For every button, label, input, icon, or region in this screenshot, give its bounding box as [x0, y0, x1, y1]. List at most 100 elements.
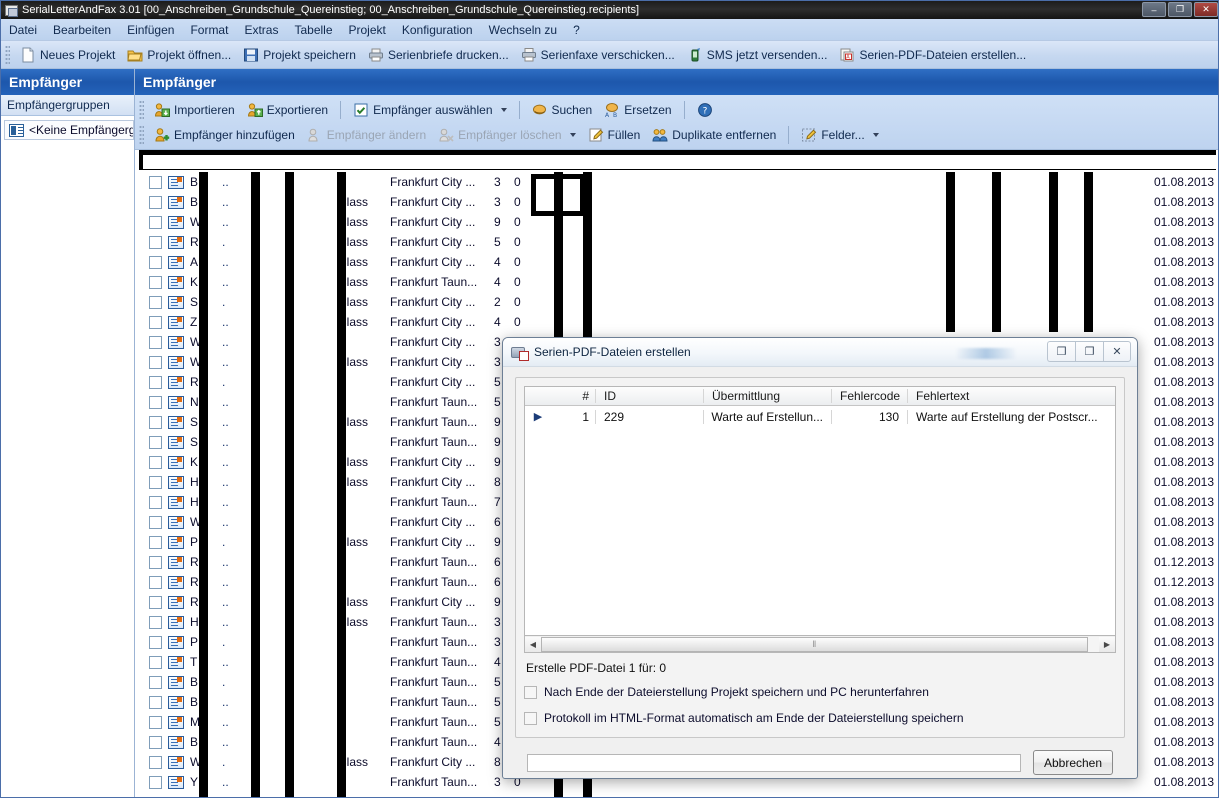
dialog-restore-button[interactable]: ❐ — [1075, 341, 1103, 362]
menu-item-tabelle[interactable]: Tabelle — [286, 20, 340, 40]
row-checkbox[interactable] — [149, 715, 162, 729]
select-recipients-button[interactable]: Empfänger auswählen — [347, 100, 512, 120]
fill-button[interactable]: Füllen — [582, 125, 647, 145]
close-button[interactable]: ✕ — [1194, 2, 1218, 17]
chevron-down-icon[interactable] — [500, 107, 507, 112]
row-checkbox[interactable] — [149, 515, 162, 529]
dialog-close-button[interactable]: ✕ — [1103, 341, 1131, 362]
row-checkbox[interactable] — [149, 535, 162, 549]
toolbar-new-project[interactable]: Neues Projekt — [14, 45, 121, 65]
toolbar-new-project-label: Neues Projekt — [40, 47, 116, 62]
search-button[interactable]: Suchen — [526, 100, 599, 120]
toolbar-grip-row1[interactable] — [139, 99, 144, 120]
row-checkbox[interactable] — [149, 475, 162, 489]
row-checkbox[interactable] — [149, 635, 162, 649]
row-checkbox[interactable] — [149, 575, 162, 589]
dialog-title: Serien-PDF-Dateien erstellen — [534, 345, 691, 359]
hscroll-thumb[interactable]: ‖ — [541, 636, 1088, 652]
row-checkbox[interactable] — [149, 255, 162, 269]
toolbar-create-pdf[interactable]: A Serien-PDF-Dateien erstellen... — [833, 45, 1032, 65]
hscroll-track[interactable]: ‖ — [541, 636, 1099, 652]
checkbox-shutdown-row[interactable]: Nach Ende der Dateierstellung Projekt sp… — [524, 685, 1116, 699]
toolbar-grip-row2[interactable] — [139, 124, 144, 145]
scroll-right-icon[interactable]: ▶ — [1099, 636, 1115, 652]
menu-item-help[interactable]: ? — [565, 20, 588, 40]
toolbar-separator-4 — [788, 125, 790, 144]
cell-index: 1 — [582, 409, 589, 424]
transmission-grid-hscrollbar[interactable]: ◀ ‖ ▶ — [524, 636, 1116, 653]
menu-item-projekt[interactable]: Projekt — [341, 20, 394, 40]
main-toolbar: Neues Projekt Projekt öffnen... Projekt … — [1, 41, 1218, 69]
menu-item-einfuegen[interactable]: Einfügen — [119, 20, 182, 40]
add-recipient-button[interactable]: Empfänger hinzufügen — [148, 125, 301, 145]
menu-item-format[interactable]: Format — [182, 20, 236, 40]
row-checkbox[interactable] — [149, 335, 162, 349]
column-header-transmission[interactable]: Übermittlung — [703, 389, 831, 403]
cell-date: 01.12.2013 — [1153, 555, 1214, 569]
row-checkbox[interactable] — [149, 215, 162, 229]
cancel-button[interactable]: Abbrechen — [1033, 750, 1113, 775]
row-checkbox[interactable] — [149, 655, 162, 669]
replace-button[interactable]: AB Ersetzen — [598, 100, 677, 120]
chevron-down-icon-fields[interactable] — [872, 132, 879, 137]
menu-item-bearbeiten[interactable]: Bearbeiten — [45, 20, 119, 40]
row-checkbox[interactable] — [149, 615, 162, 629]
column-header-error-text[interactable]: Fehlertext — [907, 389, 1115, 403]
row-checkbox[interactable] — [149, 495, 162, 509]
row-checkbox[interactable] — [149, 355, 162, 369]
row-checkbox[interactable] — [149, 455, 162, 469]
recipient-group-label: <Keine Empfängergru — [29, 123, 133, 137]
row-checkbox[interactable] — [149, 675, 162, 689]
help-button[interactable]: ? — [691, 100, 723, 120]
toolbar-print-letters[interactable]: Serienbriefe drucken... — [362, 45, 515, 65]
row-checkbox[interactable] — [149, 755, 162, 769]
row-checkbox[interactable] — [149, 295, 162, 309]
toolbar-open-project[interactable]: Projekt öffnen... — [121, 45, 237, 65]
minimize-button[interactable]: – — [1142, 2, 1166, 17]
row-checkbox[interactable] — [149, 435, 162, 449]
checkbox-shutdown[interactable] — [524, 685, 537, 699]
row-checkbox[interactable] — [149, 695, 162, 709]
scroll-left-icon[interactable]: ◀ — [525, 636, 541, 652]
row-checkbox[interactable] — [149, 735, 162, 749]
cell-zero: 0 — [514, 215, 521, 229]
toolbar-save-project[interactable]: Projekt speichern — [237, 45, 362, 65]
row-checkbox[interactable] — [149, 395, 162, 409]
toolbar-send-sms[interactable]: SMS jetzt versenden... — [681, 45, 834, 65]
toolbar-grip[interactable] — [5, 44, 10, 65]
maximize-button[interactable]: ❐ — [1168, 2, 1192, 17]
transmission-grid[interactable]: # ID Übermittlung Fehlercode Fehlertext … — [524, 386, 1116, 636]
row-checkbox[interactable] — [149, 555, 162, 569]
row-checkbox[interactable] — [149, 375, 162, 389]
chevron-down-icon-delete[interactable] — [569, 132, 576, 137]
toolbar-send-fax[interactable]: Serienfaxe verschicken... — [515, 45, 681, 65]
cell-date: 01.12.2013 — [1153, 575, 1214, 589]
table-row[interactable]: ▶ 1 229 Warte auf Erstellun... 130 Warte… — [525, 406, 1115, 427]
row-checkbox[interactable] — [149, 195, 162, 209]
column-header-id[interactable]: ID — [595, 389, 703, 403]
menu-item-konfiguration[interactable]: Konfiguration — [394, 20, 481, 40]
import-button[interactable]: Importieren — [148, 100, 241, 120]
row-checkbox[interactable] — [149, 595, 162, 609]
cell-city: Frankfurt Taun... — [390, 775, 478, 789]
row-checkbox[interactable] — [149, 775, 162, 789]
column-header-error-code[interactable]: Fehlercode — [831, 389, 907, 403]
row-checkbox[interactable] — [149, 235, 162, 249]
checkbox-html-log-row[interactable]: Protokoll im HTML-Format automatisch am … — [524, 711, 1116, 725]
redaction-bar-col-3 — [285, 172, 294, 797]
dialog-minimize-button[interactable]: ❒ — [1047, 341, 1075, 362]
row-checkbox[interactable] — [149, 275, 162, 289]
menu-item-wechseln-zu[interactable]: Wechseln zu — [481, 20, 565, 40]
menu-item-datei[interactable]: Datei — [1, 20, 45, 40]
column-header-index[interactable]: # — [551, 389, 595, 403]
remove-duplicates-button[interactable]: Duplikate entfernen — [646, 125, 782, 145]
checkbox-html-log[interactable] — [524, 711, 537, 725]
recipient-letter-icon — [168, 655, 184, 669]
fields-button[interactable]: Felder... — [795, 125, 884, 145]
export-button[interactable]: Exportieren — [241, 100, 334, 120]
row-checkbox[interactable] — [149, 175, 162, 189]
recipient-group-node[interactable]: <Keine Empfängergru — [4, 120, 134, 140]
menu-item-extras[interactable]: Extras — [236, 20, 286, 40]
row-checkbox[interactable] — [149, 315, 162, 329]
row-checkbox[interactable] — [149, 415, 162, 429]
